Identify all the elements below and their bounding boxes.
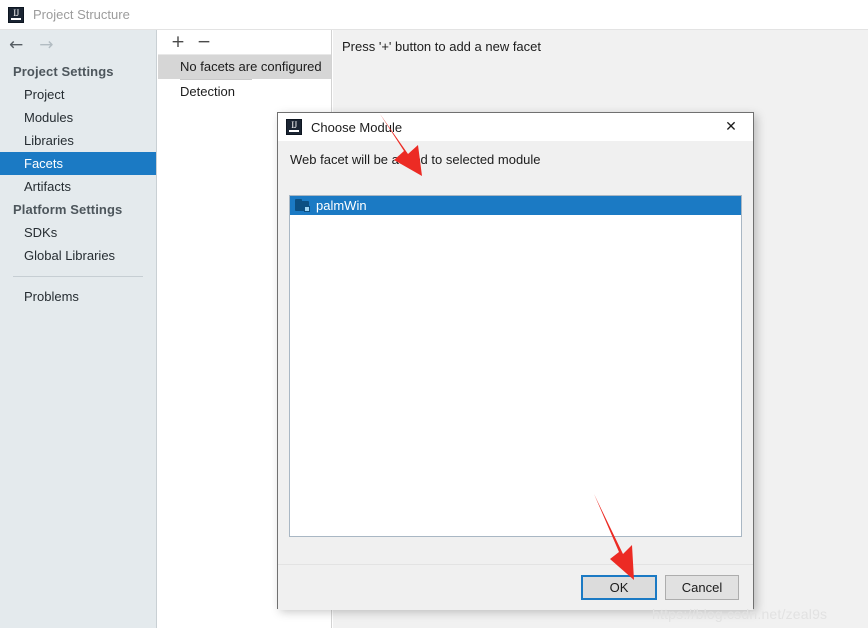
sidebar-group-project-settings: Project Settings [13,64,114,79]
logo-text: IJ [291,120,297,130]
sidebar-group-platform-settings: Platform Settings [13,202,123,217]
plus-icon[interactable]: + [168,33,188,51]
sidebar-item-global-libraries[interactable]: Global Libraries [0,244,156,267]
sidebar-nav-buttons: ← → [0,30,156,60]
arrow-right-icon[interactable]: → [39,36,53,54]
sidebar-item-facets[interactable]: Facets [0,152,156,175]
list-item[interactable]: palmWin [290,196,741,215]
window-title: Project Structure [33,7,130,22]
facets-toolbar: + − [158,30,331,55]
arrow-left-icon[interactable]: ← [9,36,23,54]
minus-icon[interactable]: − [194,33,214,51]
sidebar-item-sdks[interactable]: SDKs [0,221,156,244]
dialog-description: Web facet will be added to selected modu… [290,152,541,167]
intellij-idea-logo-icon: IJ [286,119,302,135]
window-titlebar: IJ Project Structure [0,0,868,30]
dialog-footer: OK Cancel [278,564,753,610]
logo-underline [289,130,299,132]
dialog-title: Choose Module [311,119,403,135]
facets-tree-item-detection[interactable]: Detection [158,80,331,103]
cancel-button[interactable]: Cancel [665,575,739,600]
dialog-titlebar: IJ Choose Module ✕ [278,113,753,142]
sidebar-item-artifacts[interactable]: Artifacts [0,175,156,198]
project-structure-window: IJ Project Structure ← → Project Setting… [0,0,868,628]
sidebar-divider [13,276,143,277]
intellij-idea-logo-icon: IJ [8,6,24,23]
logo-text: IJ [13,7,19,18]
facets-empty-header: No facets are configured [158,55,331,79]
facet-empty-hint: Press '+' button to add a new facet [342,39,542,54]
close-icon[interactable]: ✕ [709,113,753,141]
settings-sidebar: ← → Project Settings Project Modules Lib… [0,30,157,628]
sidebar-item-modules[interactable]: Modules [0,106,156,129]
folder-badge [304,206,310,212]
sidebar-item-libraries[interactable]: Libraries [0,129,156,152]
logo-underline [11,17,21,20]
module-folder-icon [295,199,310,212]
sidebar-item-project[interactable]: Project [0,83,156,106]
module-name: palmWin [316,197,367,213]
choose-module-dialog: IJ Choose Module ✕ Web facet will be add… [277,112,754,610]
ok-button[interactable]: OK [581,575,657,600]
module-list[interactable]: palmWin [289,195,742,537]
watermark: https://blog.csdn.net/zeal9s [652,606,828,622]
dialog-body: Web facet will be added to selected modu… [278,142,753,610]
sidebar-item-problems[interactable]: Problems [0,285,156,308]
